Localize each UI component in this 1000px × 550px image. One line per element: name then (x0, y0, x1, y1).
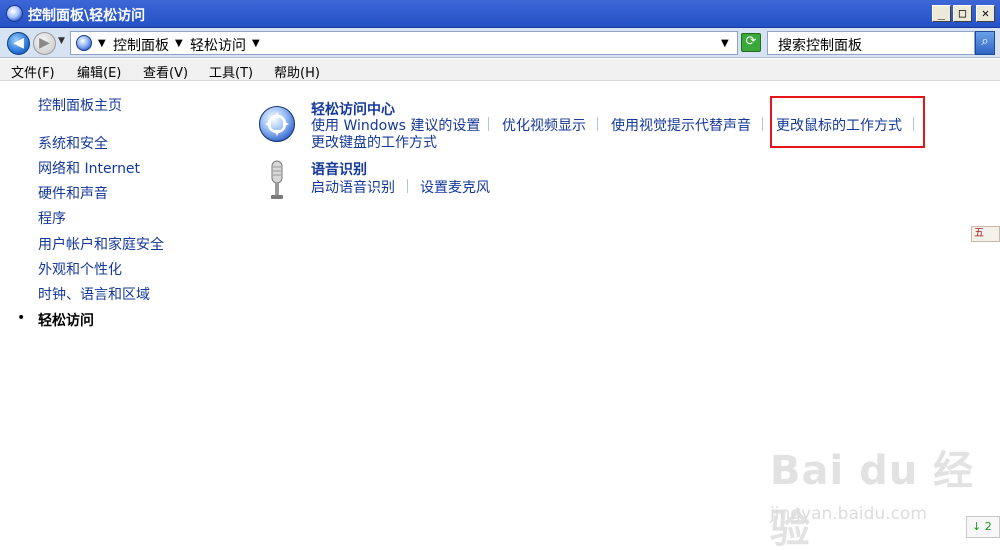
link-separator (762, 117, 763, 131)
category-title-speech[interactable]: 语音识别 (311, 159, 367, 179)
ime-indicator[interactable]: 五 (971, 226, 1000, 242)
menu-edit[interactable]: 编辑(E) (77, 62, 121, 81)
refresh-button[interactable]: ⟳ (741, 33, 761, 52)
sidebar-item-user-accounts[interactable]: 用户帐户和家庭安全 (38, 234, 164, 254)
sidebar-item-network-internet[interactable]: 网络和 Internet (38, 158, 140, 178)
link-setup-microphone[interactable]: 设置麦克风 (420, 177, 490, 197)
breadcrumb-ease-of-access[interactable]: 轻松访问 (190, 35, 246, 55)
recent-pages-dropdown-icon[interactable]: ▼ (58, 36, 65, 46)
ease-of-access-icon (259, 106, 295, 142)
address-toolbar: ◀ ▶ ▼ ▼ 控制面板 ▼ 轻松访问 ▼ ▼ ⟳ 搜索控制面板 ⌕ (0, 28, 1000, 58)
sidebar-item-clock-language[interactable]: 时钟、语言和区域 (38, 284, 150, 304)
sidebar-control-panel-home[interactable]: 控制面板主页 (38, 95, 122, 115)
link-separator (597, 117, 598, 131)
menu-view[interactable]: 查看(V) (143, 62, 188, 81)
sidebar-item-ease-of-access: 轻松访问 (38, 313, 94, 329)
search-placeholder: 搜索控制面板 (778, 38, 862, 54)
maximize-button[interactable]: □ (953, 5, 972, 22)
control-panel-icon (76, 35, 92, 51)
forward-button[interactable]: ▶ (33, 32, 56, 55)
breadcrumb-arrow-icon[interactable]: ▼ (252, 38, 260, 49)
link-visual-cues[interactable]: 使用视觉提示代替声音 (611, 115, 751, 135)
link-start-speech[interactable]: 启动语音识别 (311, 177, 395, 197)
menu-file[interactable]: 文件(F) (11, 62, 55, 81)
menu-bar: 文件(F) 编辑(E) 查看(V) 工具(T) 帮助(H) (0, 59, 1000, 81)
close-button[interactable]: ✕ (976, 5, 995, 22)
breadcrumb-arrow-icon[interactable]: ▼ (98, 38, 106, 49)
search-input[interactable]: 搜索控制面板 (767, 31, 975, 55)
address-bar[interactable]: ▼ 控制面板 ▼ 轻松访问 ▼ ▼ (70, 31, 738, 55)
breadcrumb-control-panel[interactable]: 控制面板 (113, 35, 169, 55)
back-button[interactable]: ◀ (7, 32, 30, 55)
link-separator (407, 179, 408, 193)
link-optimize-display[interactable]: 优化视频显示 (502, 115, 586, 135)
minimize-button[interactable]: _ (932, 5, 951, 22)
sidebar-item-system-security[interactable]: 系统和安全 (38, 133, 108, 153)
current-item-bullet: • (17, 310, 26, 326)
link-separator (488, 117, 489, 131)
sidebar-item-hardware-sound[interactable]: 硬件和声音 (38, 183, 108, 203)
watermark-url: jingyan.baidu.com (770, 504, 927, 524)
sidebar-item-appearance[interactable]: 外观和个性化 (38, 259, 122, 279)
menu-tools[interactable]: 工具(T) (209, 62, 253, 81)
address-history-dropdown-icon[interactable]: ▼ (721, 38, 729, 49)
link-change-keyboard[interactable]: 更改键盘的工作方式 (311, 132, 437, 152)
title-bar: 控制面板\轻松访问 _ □ ✕ (0, 0, 1000, 28)
content-area: 控制面板主页 系统和安全 网络和 Internet 硬件和声音 程序 用户帐户和… (0, 82, 1000, 550)
microphone-icon (268, 160, 286, 200)
control-panel-icon (6, 5, 23, 22)
search-icon[interactable]: ⌕ (975, 31, 995, 55)
watermark-logo: Bai du 经验 (770, 448, 975, 550)
highlight-box (770, 96, 925, 148)
sidebar-item-programs[interactable]: 程序 (38, 208, 66, 228)
menu-help[interactable]: 帮助(H) (274, 62, 320, 81)
window-title: 控制面板\轻松访问 (28, 8, 146, 24)
breadcrumb-arrow-icon[interactable]: ▼ (175, 38, 183, 49)
